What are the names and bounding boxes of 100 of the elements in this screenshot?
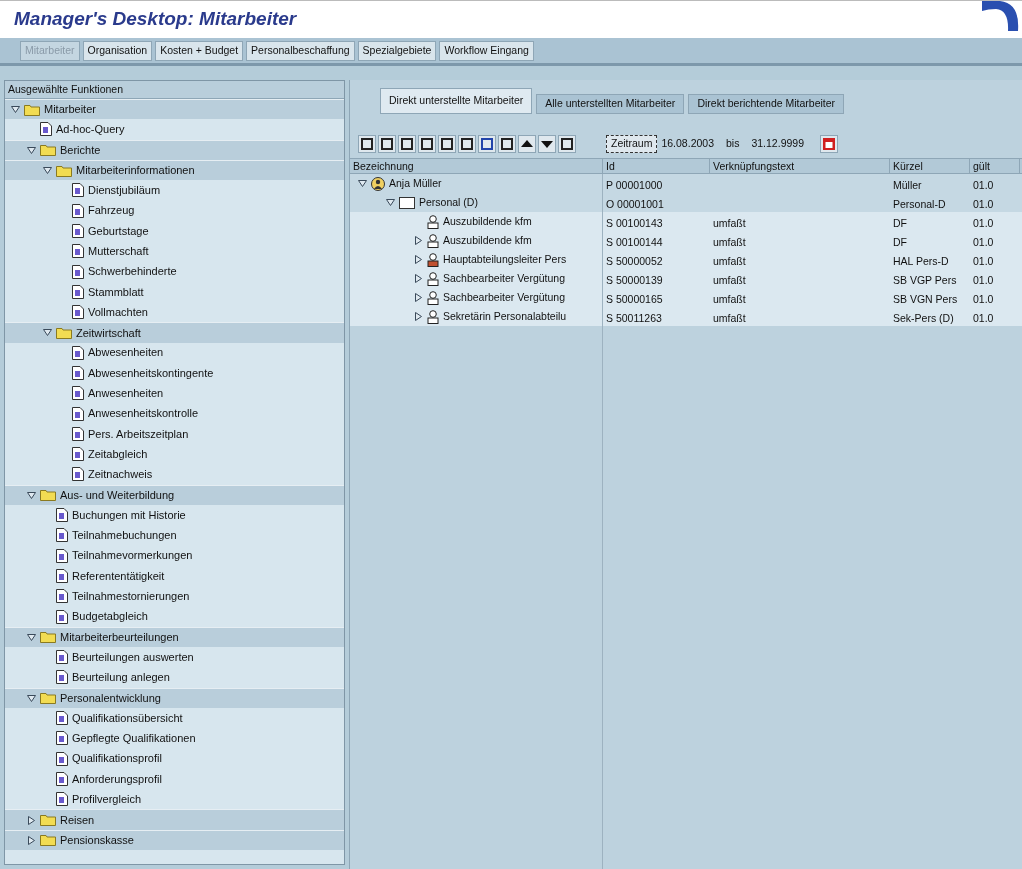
- person-group-icon: [371, 176, 385, 191]
- expanded-triangle-icon[interactable]: [358, 179, 367, 188]
- document-icon: [72, 467, 84, 482]
- short-name-cell: SB VGN Pers: [893, 292, 958, 305]
- tree-item[interactable]: Profilvergleich: [72, 791, 142, 808]
- expanded-triangle-icon[interactable]: [386, 198, 395, 207]
- nav-tab[interactable]: Personalbeschaffung: [246, 40, 355, 61]
- tree-folder[interactable]: Pensionskasse: [60, 832, 134, 849]
- document-icon: [56, 568, 68, 583]
- period-button[interactable]: Zeitraum: [606, 135, 658, 153]
- short-name-cell: Personal-D: [893, 197, 946, 210]
- name-cell[interactable]: Anja Müller: [389, 175, 442, 192]
- document-icon: [72, 366, 84, 380]
- nav-tab[interactable]: Organisation: [82, 40, 153, 61]
- id-cell: S 00100143: [606, 216, 663, 229]
- collapsed-triangle-icon[interactable]: [27, 815, 36, 825]
- expanded-triangle-icon[interactable]: [27, 490, 36, 500]
- tree-item[interactable]: Beurteilungen auswerten: [72, 648, 194, 666]
- date-from: 16.08.2003: [661, 136, 714, 152]
- tree-item[interactable]: Qualifikationsprofil: [72, 750, 162, 767]
- tree-item[interactable]: Abwesenheitskontingente: [88, 364, 214, 382]
- tree-item[interactable]: Zeitnachweis: [88, 466, 153, 483]
- tree-item[interactable]: Abwesenheiten: [88, 344, 164, 361]
- id-cell: S 50011263: [606, 311, 662, 324]
- name-cell[interactable]: Hauptabteilungsleiter Pers: [443, 251, 567, 268]
- expanded-triangle-icon[interactable]: [27, 145, 36, 155]
- collapsed-triangle-icon[interactable]: [414, 312, 423, 321]
- tree-item[interactable]: Teilnahmevormerkungen: [72, 547, 193, 564]
- column-header[interactable]: Verknüpfungstext: [710, 159, 890, 173]
- name-cell[interactable]: Auszubildende kfm: [443, 232, 532, 249]
- position-icon: [427, 214, 439, 229]
- view-tab[interactable]: Direkt berichtende Mitarbeiter: [688, 94, 845, 114]
- tree-folder[interactable]: Mitarbeiter: [44, 101, 96, 118]
- tree-folder[interactable]: Zeitwirtschaft: [76, 324, 141, 342]
- link-text-cell: umfaßt: [713, 292, 746, 305]
- document-icon: [72, 223, 84, 238]
- name-cell[interactable]: Sachbearbeiter Vergütung: [443, 289, 565, 306]
- id-cell: O 00001001: [606, 197, 664, 210]
- short-name-cell: Sek-Pers (D): [893, 311, 954, 324]
- folder-icon: [56, 164, 72, 177]
- nav-tab[interactable]: Workflow Eingang: [439, 40, 534, 61]
- link-text-cell: umfaßt: [713, 235, 746, 248]
- nav-tab[interactable]: Spezialgebiete: [357, 40, 437, 61]
- tree-item[interactable]: Budgetabgleich: [72, 608, 148, 625]
- link-text-cell: umfaßt: [713, 254, 746, 267]
- calendar-icon[interactable]: [820, 135, 838, 153]
- tree-item[interactable]: Fahrzeug: [88, 202, 135, 219]
- column-header[interactable]: Bezeichnung: [350, 159, 603, 173]
- id-cell: S 50000139: [606, 273, 663, 286]
- document-icon: [72, 386, 84, 401]
- tree-item[interactable]: Referententätigkeit: [72, 567, 165, 585]
- expanded-triangle-icon[interactable]: [27, 632, 36, 642]
- tree-item[interactable]: Vollmachten: [88, 303, 148, 321]
- tree-item[interactable]: Anwesenheitskontrolle: [88, 405, 199, 422]
- link-text-cell: umfaßt: [713, 273, 746, 286]
- short-name-cell: Müller: [893, 178, 922, 191]
- tree-item[interactable]: Mutterschaft: [88, 242, 149, 260]
- name-cell[interactable]: Sachbearbeiter Vergütung: [443, 270, 565, 287]
- tree-item[interactable]: Teilnahmestornierungen: [72, 588, 190, 605]
- collapsed-triangle-icon[interactable]: [414, 236, 423, 245]
- collapsed-triangle-icon[interactable]: [27, 835, 36, 845]
- tree-folder[interactable]: Berichte: [60, 142, 101, 159]
- expanded-triangle-icon[interactable]: [11, 105, 20, 115]
- tree-item[interactable]: Beurteilung anlegen: [72, 669, 170, 686]
- name-cell[interactable]: Sekretärin Personalabteilu: [443, 308, 567, 325]
- tree-item[interactable]: Qualifikationsübersicht: [72, 709, 183, 727]
- collapsed-triangle-icon[interactable]: [414, 293, 423, 302]
- tree-item[interactable]: Anforderungsprofil: [72, 770, 162, 788]
- document-icon: [56, 650, 68, 665]
- column-header[interactable]: gült: [970, 159, 1020, 173]
- folder-icon: [40, 834, 56, 847]
- tree-item[interactable]: Ad-hoc-Query: [56, 121, 125, 138]
- view-tab[interactable]: Alle unterstellten Mitarbeiter: [536, 94, 685, 114]
- name-cell[interactable]: Auszubildende kfm: [443, 213, 532, 230]
- expanded-triangle-icon[interactable]: [43, 328, 52, 338]
- collapsed-triangle-icon[interactable]: [414, 274, 423, 283]
- tree-item[interactable]: Stammblatt: [88, 283, 144, 301]
- tree-item[interactable]: Teilnahmebuchungen: [72, 527, 177, 544]
- position-icon: [427, 233, 439, 248]
- tree-item[interactable]: Buchungen mit Historie: [72, 506, 186, 524]
- tree-item[interactable]: Dienstjubiläum: [88, 182, 161, 199]
- nav-tab[interactable]: Kosten + Budget: [155, 40, 244, 61]
- column-header[interactable]: Id: [603, 159, 710, 173]
- tree-item[interactable]: Schwerbehinderte: [88, 263, 177, 280]
- document-icon: [72, 284, 84, 299]
- collapsed-triangle-icon[interactable]: [414, 255, 423, 264]
- folder-icon: [40, 144, 56, 157]
- tree-item[interactable]: Zeitabgleich: [88, 445, 148, 463]
- tree-item[interactable]: Anwesenheiten: [88, 385, 164, 402]
- tree-folder[interactable]: Reisen: [60, 811, 95, 829]
- name-cell[interactable]: Personal (D): [419, 194, 478, 211]
- expanded-triangle-icon[interactable]: [27, 693, 36, 703]
- tree-item[interactable]: Pers. Arbeitszeitplan: [88, 425, 189, 443]
- org-unit-icon: [399, 196, 415, 209]
- tree-item[interactable]: Gepflegte Qualifikationen: [72, 730, 196, 747]
- view-tab[interactable]: Direkt unterstellte Mitarbeiter: [380, 88, 533, 114]
- expanded-triangle-icon[interactable]: [43, 166, 52, 176]
- column-header[interactable]: Kürzel: [890, 159, 970, 173]
- tree-item[interactable]: Geburtstage: [88, 222, 149, 240]
- folder-icon: [40, 814, 56, 827]
